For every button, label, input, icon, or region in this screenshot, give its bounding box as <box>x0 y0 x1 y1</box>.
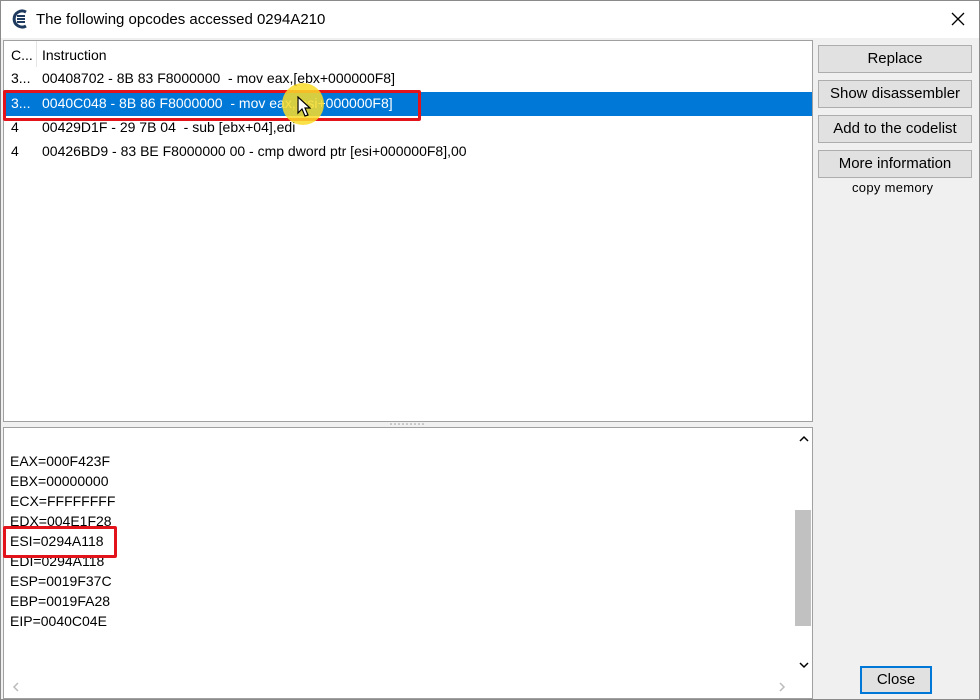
column-header-count[interactable]: C... <box>4 41 37 67</box>
opcode-row[interactable]: 3... 00408702 - 8B 83 F8000000 - mov eax… <box>4 67 812 91</box>
window-title: The following opcodes accessed 0294A210 <box>36 11 326 28</box>
scroll-left-arrow-icon[interactable] <box>6 680 26 694</box>
registers-panel[interactable]: EAX=000F423F EBX=00000000 ECX=FFFFFFFF E… <box>3 427 813 699</box>
mouse-cursor-icon <box>297 96 311 117</box>
scroll-up-arrow-icon[interactable] <box>794 432 814 446</box>
row-count: 3... <box>11 70 31 86</box>
opcode-row-selected[interactable]: 3... 0040C048 - 8B 86 F8000000 - mov eax… <box>4 92 812 116</box>
register-esp: ESP=0019F37C <box>10 573 112 589</box>
horizontal-scrollbar[interactable] <box>4 678 791 696</box>
column-header-count-label: C... <box>11 47 33 63</box>
vertical-scrollbar[interactable] <box>791 428 811 678</box>
close-button[interactable]: Close <box>860 666 932 694</box>
list-header: C... Instruction <box>4 41 812 67</box>
register-edx: EDX=004E1F28 <box>10 513 112 529</box>
opcode-row[interactable]: 4 00426BD9 - 83 BE F8000000 00 - cmp dwo… <box>4 140 812 164</box>
register-edi: EDI=0294A118 <box>10 553 105 569</box>
row-instruction: 00426BD9 - 83 BE F8000000 00 - cmp dword… <box>42 143 467 159</box>
register-ecx: ECX=FFFFFFFF <box>10 493 116 509</box>
row-count: 4 <box>11 119 19 135</box>
register-eip: EIP=0040C04E <box>10 613 107 629</box>
close-icon[interactable] <box>949 10 967 28</box>
column-header-instruction[interactable]: Instruction <box>42 47 107 63</box>
row-instruction: 00408702 - 8B 83 F8000000 - mov eax,[ebx… <box>42 70 395 86</box>
scroll-right-arrow-icon[interactable] <box>772 680 792 694</box>
add-to-codelist-button[interactable]: Add to the codelist <box>818 115 972 143</box>
register-ebx: EBX=00000000 <box>10 473 109 489</box>
opcode-list[interactable]: C... Instruction 3... 00408702 - 8B 83 F… <box>3 40 813 422</box>
replace-button[interactable]: Replace <box>818 45 972 73</box>
title-bar[interactable]: The following opcodes accessed 0294A210 <box>1 1 979 38</box>
register-esi: ESI=0294A118 <box>10 533 104 549</box>
register-ebp: EBP=0019FA28 <box>10 593 111 609</box>
row-instruction: 00429D1F - 29 7B 04 - sub [ebx+04],edi <box>42 119 296 135</box>
more-information-button[interactable]: More information <box>818 150 972 178</box>
row-instruction: 0040C048 - 8B 86 F8000000 - mov eax,[esi… <box>42 95 393 111</box>
scroll-down-arrow-icon[interactable] <box>794 658 814 672</box>
splitter-handle[interactable] <box>387 422 427 426</box>
opcodes-dialog: The following opcodes accessed 0294A210 … <box>0 0 980 700</box>
row-count: 3... <box>11 95 31 111</box>
row-count: 4 <box>11 143 19 159</box>
opcode-row[interactable]: 4 00429D1F - 29 7B 04 - sub [ebx+04],edi <box>4 116 812 140</box>
copy-memory-label[interactable]: copy memory <box>852 180 933 195</box>
scrollbar-thumb[interactable] <box>795 510 811 626</box>
register-eax: EAX=000F423F <box>10 453 111 469</box>
cheat-engine-icon <box>12 9 27 29</box>
show-disassembler-button[interactable]: Show disassembler <box>818 80 972 108</box>
